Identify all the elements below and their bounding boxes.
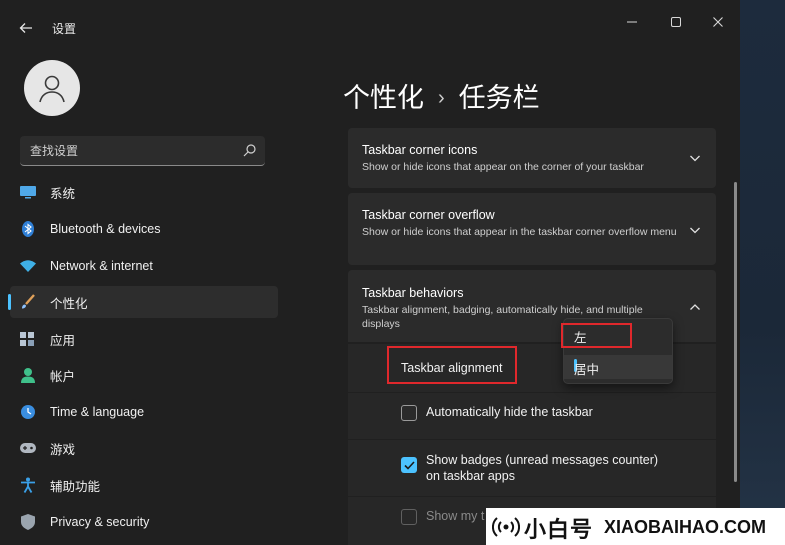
taskbar-corner-icons-card[interactable]: Taskbar corner icons Show or hide icons … bbox=[348, 128, 716, 188]
search-icon[interactable] bbox=[243, 143, 257, 162]
bluetooth-icon bbox=[20, 221, 36, 237]
active-indicator bbox=[8, 294, 11, 310]
sidebar-item-label: 应用 bbox=[50, 333, 76, 348]
auto-hide-row[interactable]: Automatically hide the taskbar bbox=[348, 393, 716, 439]
breadcrumb-separator-icon: › bbox=[438, 87, 445, 109]
person-icon bbox=[20, 367, 36, 383]
sidebar-item-gaming[interactable]: 游戏 bbox=[10, 432, 278, 464]
auto-hide-label: Automatically hide the taskbar bbox=[426, 405, 593, 419]
show-my-checkbox[interactable] bbox=[401, 509, 417, 525]
settings-window: 设置 系统 Blu bbox=[0, 0, 740, 545]
avatar[interactable] bbox=[24, 60, 80, 116]
sidebar-item-bluetooth[interactable]: Bluetooth & devices bbox=[10, 213, 278, 245]
shield-icon bbox=[20, 514, 36, 530]
sidebar-item-accessibility[interactable]: 辅助功能 bbox=[10, 469, 278, 501]
card-title: Taskbar behaviors bbox=[362, 286, 464, 300]
chevron-up-icon[interactable] bbox=[688, 300, 702, 314]
sidebar-item-network[interactable]: Network & internet bbox=[10, 250, 278, 282]
checkmark-icon bbox=[403, 460, 415, 470]
highlight-box-left-option bbox=[561, 323, 632, 348]
card-title: Taskbar corner icons bbox=[362, 143, 478, 157]
sidebar-item-label: Network & internet bbox=[50, 259, 153, 273]
breadcrumb-parent[interactable]: 个性化 bbox=[343, 83, 424, 113]
sidebar-item-privacy[interactable]: Privacy & security bbox=[10, 506, 278, 538]
card-description: Show or hide icons that appear in the ta… bbox=[362, 226, 677, 238]
sidebar-item-label: Time & language bbox=[50, 405, 145, 419]
sidebar-item-accounts[interactable]: 帐户 bbox=[10, 359, 278, 391]
brush-icon bbox=[20, 294, 36, 310]
badges-label-line1: Show badges (unread messages counter) bbox=[426, 453, 659, 467]
wifi-icon bbox=[20, 258, 36, 274]
watermark-cn: 小白号 bbox=[524, 517, 594, 542]
sidebar-item-time-language[interactable]: Time & language bbox=[10, 396, 278, 428]
desktop-background bbox=[740, 0, 785, 545]
person-icon bbox=[39, 75, 65, 103]
monitor-icon bbox=[20, 184, 36, 200]
chevron-down-icon[interactable] bbox=[688, 151, 702, 165]
sidebar-item-apps[interactable]: 应用 bbox=[10, 323, 278, 355]
search-input[interactable] bbox=[20, 136, 242, 166]
close-icon[interactable] bbox=[708, 12, 728, 32]
sidebar-item-label: Bluetooth & devices bbox=[50, 222, 161, 236]
app-title: 设置 bbox=[52, 22, 77, 36]
sidebar-item-label: 个性化 bbox=[50, 296, 88, 311]
highlight-box-alignment-label bbox=[387, 346, 517, 384]
card-title: Taskbar corner overflow bbox=[362, 208, 495, 222]
sidebar-item-system[interactable]: 系统 bbox=[10, 176, 278, 208]
title-bar: 设置 bbox=[0, 0, 740, 50]
chevron-down-icon[interactable] bbox=[688, 223, 702, 237]
card-description: Show or hide icons that appear on the co… bbox=[362, 161, 644, 173]
maximize-icon[interactable] bbox=[666, 12, 686, 32]
sidebar-item-personalization[interactable]: 个性化 bbox=[8, 286, 278, 318]
sidebar-item-label: 游戏 bbox=[50, 442, 76, 457]
sidebar-item-label: Privacy & security bbox=[50, 515, 150, 529]
taskbar-corner-overflow-card[interactable]: Taskbar corner overflow Show or hide ico… bbox=[348, 193, 716, 265]
alignment-option-center[interactable]: 居中 bbox=[564, 355, 672, 379]
sidebar-item-label: 帐户 bbox=[50, 369, 76, 384]
scrollbar[interactable] bbox=[734, 182, 737, 482]
badges-label-line2: on taskbar apps bbox=[426, 469, 515, 483]
breadcrumb: 个性化 › 任务栏 bbox=[343, 76, 540, 115]
watermark: 小白号 XIAOBAIHAO.COM bbox=[486, 508, 785, 545]
globe-clock-icon bbox=[20, 404, 36, 420]
back-arrow-icon[interactable] bbox=[14, 16, 38, 40]
badges-row[interactable]: Show badges (unread messages counter) on… bbox=[348, 440, 716, 496]
search-box[interactable] bbox=[20, 136, 265, 166]
page-title: 任务栏 bbox=[458, 83, 540, 113]
auto-hide-checkbox[interactable] bbox=[401, 405, 417, 421]
minimize-icon[interactable] bbox=[622, 12, 642, 32]
show-my-label: Show my t bbox=[426, 509, 485, 523]
watermark-en: XIAOBAIHAO.COM bbox=[604, 517, 766, 537]
sidebar-item-label: 辅助功能 bbox=[50, 479, 101, 494]
apps-icon bbox=[20, 331, 36, 347]
accessibility-icon bbox=[20, 477, 36, 493]
sidebar-item-label: 系统 bbox=[50, 186, 76, 201]
signal-icon bbox=[491, 516, 521, 543]
badges-checkbox[interactable] bbox=[401, 457, 417, 473]
gamepad-icon bbox=[20, 440, 36, 456]
